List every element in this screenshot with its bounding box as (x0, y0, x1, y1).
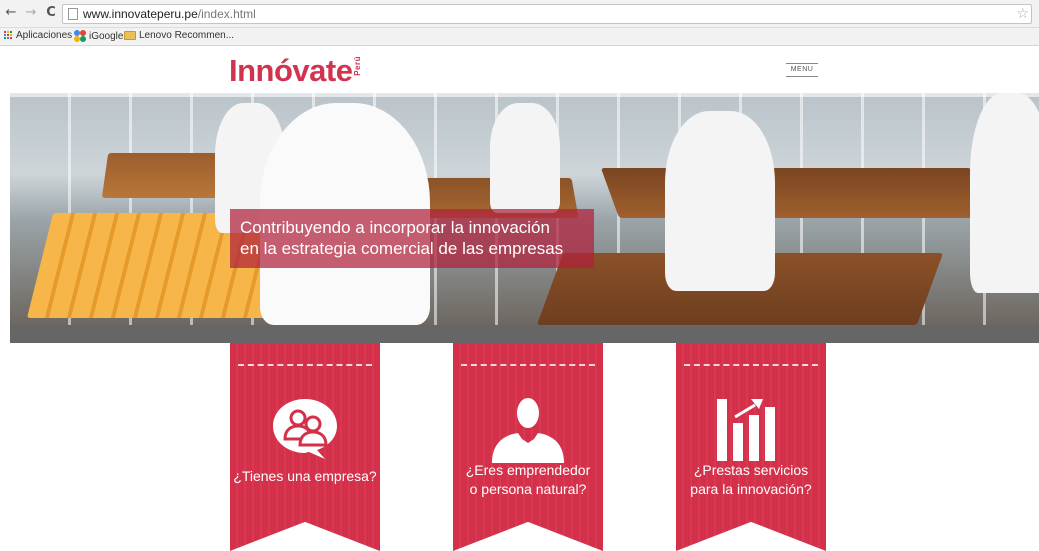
bookmark-igoogle[interactable]: iGoogle (74, 30, 123, 42)
hero-caption: Contribuyendo a incorporar la innovación… (230, 209, 594, 268)
bookmark-apps-label: Aplicaciones (16, 30, 73, 41)
bookmarks-bar: Aplicaciones iGoogle Lenovo Recommen... (0, 28, 1039, 46)
person-silhouette-icon (492, 398, 564, 463)
folder-icon (124, 31, 136, 40)
people-chat-icon (273, 399, 337, 459)
drying-tray (600, 168, 990, 218)
logo-subtext: Perú (353, 56, 363, 76)
url-path: /index.html (197, 7, 256, 21)
address-bar[interactable]: www.innovateperu.pe/index.html ☆ (62, 4, 1032, 24)
reload-icon[interactable]: C (44, 6, 58, 20)
worker-figure (970, 93, 1039, 293)
hero-caption-line-2: en la estrategia comercial de las empres… (240, 239, 564, 258)
site-logo[interactable]: Innóvate Perú (229, 54, 362, 88)
bookmark-lenovo-label: Lenovo Recommen... (139, 30, 235, 41)
ribbon-prestas-servicios[interactable]: ¿Prestas servicios para la innovación? (676, 343, 826, 551)
ribbon-label-line-2: o persona natural? (469, 481, 587, 497)
ribbon-label-line-1: ¿Eres emprendedor (465, 462, 591, 478)
dashed-divider (238, 364, 372, 366)
dashed-divider (684, 364, 818, 366)
ribbon-label-line-2: para la innovación? (690, 481, 812, 497)
back-arrow-icon[interactable]: ← (4, 6, 18, 20)
url-text[interactable]: www.innovateperu.pe/index.html (83, 7, 256, 21)
worker-figure (490, 103, 560, 213)
ribbon-label-line-1: ¿Prestas servicios (693, 462, 809, 478)
url-host: www.innovateperu.pe (83, 7, 198, 21)
growth-chart-icon (717, 399, 775, 461)
igoogle-icon (74, 30, 86, 42)
ribbon-label: ¿Tienes una empresa? (233, 468, 377, 484)
dashed-divider (461, 364, 595, 366)
ribbon-tienes-empresa[interactable]: ¿Tienes una empresa? (230, 343, 380, 551)
bookmark-star-icon[interactable]: ☆ (1016, 6, 1029, 22)
bookmark-apps[interactable]: Aplicaciones (4, 30, 72, 41)
ribbon-eres-emprendedor[interactable]: ¿Eres emprendedor o persona natural? (453, 343, 603, 551)
hero-caption-line-1: Contribuyendo a incorporar la innovación (240, 218, 550, 237)
forward-arrow-icon[interactable]: → (24, 6, 38, 20)
menu-button[interactable]: MENU (786, 63, 818, 77)
bookmark-igoogle-label: iGoogle (89, 30, 124, 42)
apps-grid-icon (4, 31, 13, 40)
page-icon (68, 8, 78, 20)
worker-figure (665, 111, 775, 291)
logo-text: Innóvate (229, 53, 353, 88)
bookmark-lenovo[interactable]: Lenovo Recommen... (124, 30, 234, 41)
browser-toolbar: ← → C www.innovateperu.pe/index.html ☆ (0, 0, 1039, 28)
hero-bottom-bar (10, 325, 1039, 343)
